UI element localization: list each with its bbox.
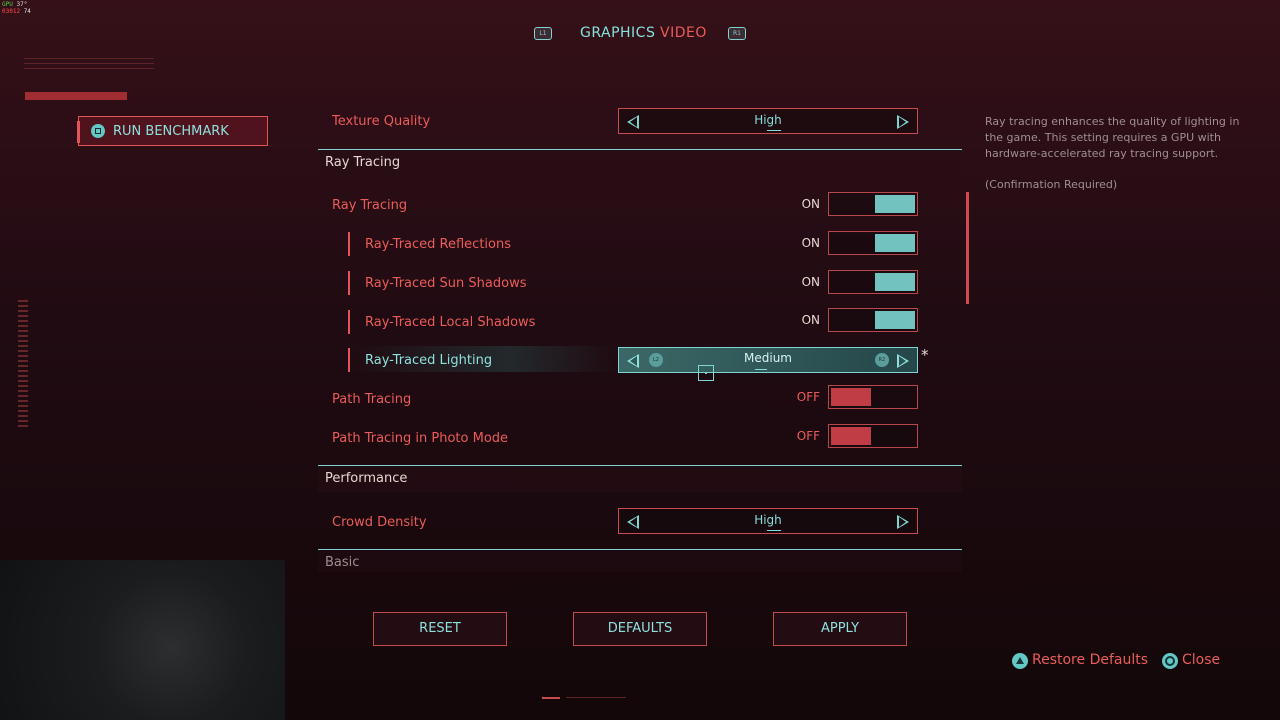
gpu-overlay: GPU 37° 03012 74 — [2, 1, 31, 15]
path-tracing-label: Path Tracing — [332, 392, 412, 407]
section-title: Performance — [325, 471, 408, 486]
sub-setting-bar — [348, 348, 350, 372]
sub-setting-bar — [348, 271, 350, 295]
rt-reflections-toggle[interactable] — [828, 231, 918, 255]
button-notch — [77, 121, 80, 143]
l1-shoulder-icon[interactable]: L1 — [534, 27, 552, 40]
run-benchmark-label: RUN BENCHMARK — [113, 124, 229, 139]
section-performance: Performance — [318, 465, 962, 492]
close-hint[interactable]: Close — [1182, 652, 1220, 668]
section-title: Ray Tracing — [325, 155, 401, 170]
ray-tracing-toggle[interactable] — [828, 192, 918, 216]
confirmation-note: (Confirmation Required) — [985, 178, 1118, 191]
texture-quality-value: High — [754, 113, 782, 127]
value-underline — [755, 369, 767, 370]
section-title: Basic — [325, 555, 360, 570]
setting-description: Ray tracing enhances the quality of ligh… — [985, 115, 1240, 160]
ray-tracing-state: ON — [801, 197, 820, 211]
rt-local-shadows-toggle[interactable] — [828, 308, 918, 332]
webcam-overlay — [0, 560, 285, 720]
path-tracing-toggle[interactable] — [828, 385, 918, 409]
arrow-right-icon[interactable] — [897, 115, 909, 129]
cursor-icon — [698, 365, 714, 381]
modified-marker: * — [921, 346, 929, 364]
rt-sun-shadows-label: Ray-Traced Sun Shadows — [365, 276, 527, 291]
crowd-density-label: Crowd Density — [332, 515, 427, 530]
sub-setting-bar — [348, 310, 350, 334]
square-button-icon — [91, 124, 105, 138]
rt-sun-shadows-toggle[interactable] — [828, 270, 918, 294]
arrow-right-icon[interactable] — [897, 515, 909, 529]
ray-tracing-label: Ray Tracing — [332, 198, 408, 213]
fps-value: 74 — [23, 8, 31, 15]
gpu-temp: 37° — [16, 1, 28, 8]
toggle-knob — [875, 311, 915, 329]
deco-bottom-marker — [542, 697, 626, 699]
arrow-right-icon[interactable] — [897, 354, 909, 368]
toggle-knob — [875, 195, 915, 213]
r1-shoulder-icon[interactable]: R1 — [728, 27, 746, 40]
r2-trigger-icon: R2 — [875, 353, 889, 367]
settings-scrollbar[interactable] — [966, 192, 969, 304]
rt-lighting-selector[interactable]: L2 Medium R2 — [618, 347, 918, 373]
tab-graphics[interactable]: GRAPHICS — [580, 25, 655, 41]
value-underline — [767, 530, 781, 531]
toggle-knob — [875, 234, 915, 252]
deco-text-lines — [24, 58, 154, 78]
value-underline — [767, 130, 781, 131]
path-tracing-photo-state: OFF — [796, 429, 820, 443]
rt-local-shadows-state: ON — [801, 313, 820, 327]
toggle-knob — [831, 388, 871, 406]
section-ray-tracing: Ray Tracing — [318, 149, 962, 176]
texture-quality-label: Texture Quality — [332, 114, 431, 129]
deco-bar — [25, 92, 127, 100]
apply-button[interactable]: APPLY — [773, 612, 907, 646]
deco-vertical-text — [18, 300, 28, 430]
rt-local-shadows-label: Ray-Traced Local Shadows — [365, 315, 536, 330]
restore-defaults-hint[interactable]: Restore Defaults — [1032, 652, 1148, 668]
path-tracing-photo-toggle[interactable] — [828, 424, 918, 448]
triangle-button-icon — [1012, 653, 1028, 669]
defaults-button[interactable]: DEFAULTS — [573, 612, 707, 646]
reset-button[interactable]: RESET — [373, 612, 507, 646]
rt-reflections-state: ON — [801, 236, 820, 250]
section-basic: Basic — [318, 549, 962, 572]
crowd-density-value: High — [754, 513, 782, 527]
path-tracing-state: OFF — [796, 390, 820, 404]
path-tracing-photo-label: Path Tracing in Photo Mode — [332, 431, 509, 446]
rt-reflections-label: Ray-Traced Reflections — [365, 237, 512, 252]
circle-button-icon — [1162, 653, 1178, 669]
gpu-label: GPU — [2, 1, 13, 8]
crowd-density-selector[interactable]: High — [618, 508, 918, 534]
run-benchmark-button[interactable]: RUN BENCHMARK — [77, 116, 268, 146]
texture-quality-selector[interactable]: High — [618, 108, 918, 134]
tab-video[interactable]: VIDEO — [660, 25, 707, 41]
rt-lighting-label: Ray-Traced Lighting — [365, 353, 493, 368]
rt-lighting-value: Medium — [744, 351, 792, 365]
toggle-knob — [875, 273, 915, 291]
fps-label: 03012 — [2, 8, 21, 15]
rt-sun-shadows-state: ON — [801, 275, 820, 289]
sub-setting-bar — [348, 232, 350, 256]
toggle-knob — [831, 427, 871, 445]
